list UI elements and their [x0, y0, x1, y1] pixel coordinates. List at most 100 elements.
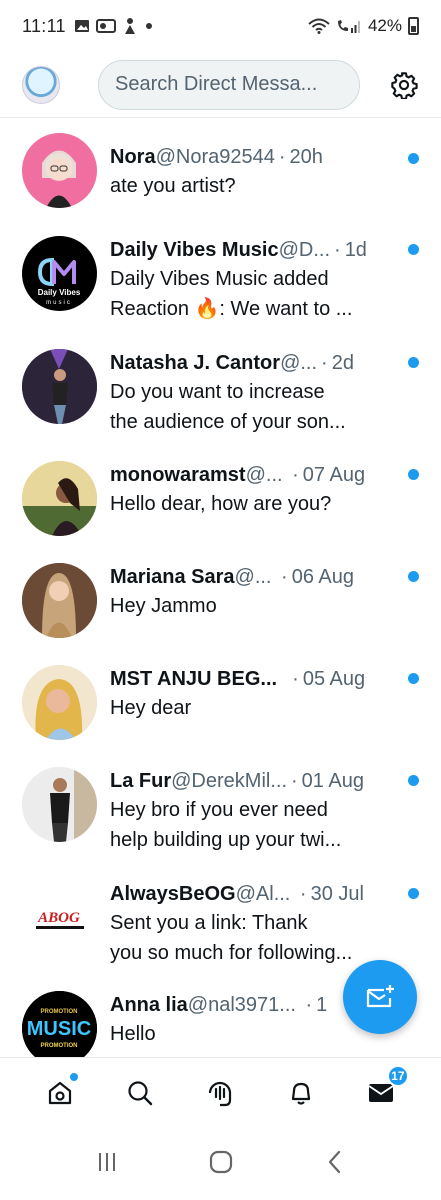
message-preview-line-2: you so much for following... — [110, 942, 353, 964]
system-navigation — [0, 1128, 441, 1200]
sender-name: La Fur — [110, 770, 172, 792]
sender-name: Anna lia — [110, 994, 188, 1016]
settings-button[interactable] — [389, 70, 419, 100]
unread-indicator — [408, 357, 419, 368]
message-preview: Hey dear — [110, 697, 192, 719]
battery-icon — [408, 17, 419, 35]
avatar — [22, 767, 97, 842]
message-time: 06 Aug — [291, 566, 355, 588]
spaces-icon — [209, 1081, 232, 1106]
message-preview-line-1: Hey bro if you ever need — [110, 799, 328, 821]
avatar — [22, 665, 97, 740]
messages-badge: 17 — [386, 1064, 409, 1087]
search-icon — [128, 1080, 153, 1105]
message-preview: Hey Jammo — [110, 595, 217, 617]
sender-name: Mariana Sara — [110, 566, 235, 588]
conversation-row[interactable]: Mariana Sara @... · 06 Aug Hey Jammo — [0, 559, 441, 661]
message-preview-line-2: Reaction 🔥: We want to ... — [110, 298, 353, 320]
avatar-label-top: PROMOTION — [41, 1009, 78, 1015]
avatar-label-main: MUSIC — [27, 1018, 91, 1040]
unread-indicator — [408, 888, 419, 899]
message-time: 07 Aug — [302, 464, 366, 486]
avatar — [22, 133, 97, 208]
status-bar: 11:11 42% — [0, 0, 441, 52]
home-icon — [48, 1081, 72, 1104]
nav-notifications[interactable] — [279, 1071, 323, 1115]
gear-icon — [391, 71, 418, 99]
compose-mail-icon — [366, 985, 394, 1008]
sender-handle: @... — [280, 352, 318, 374]
app-icon — [124, 18, 135, 34]
conversation-row[interactable]: monowaramst @... · 07 Aug Hello dear, ho… — [0, 457, 441, 559]
unread-indicator — [408, 244, 419, 255]
search-placeholder: Search Direct Messa... — [115, 73, 318, 95]
back-button[interactable] — [323, 1149, 347, 1180]
conversation-row[interactable]: Natasha J. Cantor @... · 2d Do you want … — [0, 345, 441, 447]
sender-name: AlwaysBeOG — [110, 883, 236, 905]
home-system-button[interactable] — [208, 1149, 234, 1180]
sender-handle: @nal3971... — [187, 994, 296, 1016]
status-time: 11:11 — [22, 15, 66, 36]
message-preview-line-2: help building up your twi... — [110, 829, 342, 851]
avatar-sublabel: music — [46, 300, 72, 306]
message-time: 20h — [289, 146, 323, 168]
sender-handle: @Al... — [235, 883, 291, 905]
conversation-list: Nora @Nora92544 · 20h ate you artist? Da… — [0, 119, 441, 1057]
avatar — [22, 349, 97, 424]
recent-apps-icon — [98, 1152, 115, 1171]
bottom-navigation: 17 — [0, 1057, 441, 1127]
message-preview-line-1: Daily Vibes Music added — [110, 268, 329, 290]
nav-search[interactable] — [118, 1071, 162, 1115]
message-preview: ate you artist? — [110, 175, 236, 197]
notification-icons — [74, 17, 154, 35]
message-time: 1 — [316, 994, 328, 1016]
avatar-label: Daily Vibes — [38, 288, 81, 297]
sender-name: monowaramst — [110, 464, 246, 486]
message-preview: Hello — [110, 1023, 156, 1045]
recent-apps-button[interactable] — [95, 1150, 119, 1179]
conversation-row[interactable]: Daily Vibes music Daily Vibes Music @D..… — [0, 232, 441, 334]
chevron-left-icon — [328, 1150, 340, 1173]
message-time: 1d — [344, 239, 367, 261]
home-circle-icon — [209, 1150, 232, 1173]
sender-handle: @... — [245, 464, 283, 486]
avatar-label-bottom: PROMOTION — [41, 1043, 78, 1049]
sender-handle: @DerekMil... — [171, 770, 287, 792]
sender-name: Daily Vibes Music — [110, 239, 279, 261]
message-time: 30 Jul — [310, 883, 364, 905]
battery-percent: 42% — [367, 16, 402, 35]
call-signal-icon — [337, 20, 360, 33]
sender-name: Natasha J. Cantor — [110, 352, 281, 374]
home-notification-dot — [70, 1072, 79, 1081]
message-time: 2d — [331, 352, 354, 374]
message-preview-line-1: Sent you a link: Thank — [110, 912, 308, 934]
unread-indicator — [408, 775, 419, 786]
unread-indicator — [408, 673, 419, 684]
bell-icon — [291, 1082, 310, 1105]
conversation-row[interactable]: MST ANJU BEG... · 05 Aug Hey dear — [0, 661, 441, 763]
new-message-button[interactable] — [343, 960, 417, 1034]
conversation-row[interactable]: La Fur @DerekMil... · 01 Aug Hey bro if … — [0, 763, 441, 865]
unread-indicator — [408, 571, 419, 582]
search-direct-messages-input[interactable]: Search Direct Messa... — [98, 59, 360, 110]
conversation-row[interactable]: Nora @Nora92544 · 20h ate you artist? — [0, 129, 441, 231]
avatar: ABOG — [22, 880, 97, 955]
sender-name: Nora — [110, 146, 156, 168]
nav-spaces[interactable] — [198, 1071, 242, 1115]
message-preview-line-2: the audience of your son... — [110, 411, 346, 433]
sender-handle: @Nora92544 — [155, 146, 275, 168]
avatar: Daily Vibes music — [22, 236, 97, 311]
profile-avatar[interactable] — [22, 65, 60, 104]
sender-name: MST ANJU BEG... — [110, 668, 278, 690]
nav-messages[interactable]: 17 — [359, 1064, 409, 1115]
more-dot-icon — [145, 23, 152, 29]
message-preview: Hello dear, how are you? — [110, 493, 332, 515]
nav-home[interactable] — [38, 1071, 82, 1115]
message-preview-line-1: Do you want to increase — [110, 381, 325, 403]
media-icon — [95, 19, 116, 33]
message-time: 01 Aug — [301, 770, 364, 792]
avatar — [22, 461, 97, 536]
dm-header: Search Direct Messa... — [0, 52, 441, 118]
avatar: PROMOTION MUSIC PROMOTION — [22, 991, 97, 1057]
wifi-icon — [308, 18, 330, 34]
